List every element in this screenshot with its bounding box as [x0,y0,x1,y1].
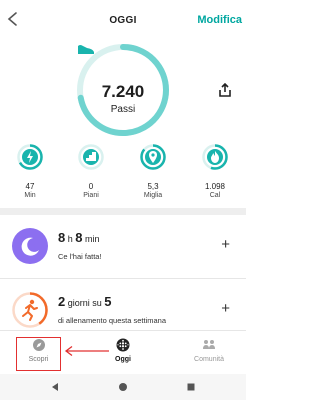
exercise-message: di allenamento questa settimana [58,316,166,325]
stat-miles[interactable]: 5,3 Miglia [123,144,183,199]
bolt-icon [17,144,43,170]
section-divider [0,208,246,215]
steps-value: 7.240 [101,82,145,101]
shoe-icon [78,45,94,54]
community-icon [203,340,215,349]
stat-floors[interactable]: 0 Piani [61,144,121,199]
system-recents-icon[interactable] [186,382,196,392]
sleep-duration: 8 h 8 min [58,230,100,245]
row-separator [0,278,246,279]
svg-text:z: z [32,243,35,249]
share-icon[interactable] [218,83,232,97]
sleep-moon-icon: z [12,228,48,264]
flame-icon [202,144,228,170]
system-home-icon[interactable] [118,382,128,392]
stat-value: 1.098 [204,182,226,191]
location-pin-icon [140,144,166,170]
exercise-tile[interactable]: 2 giorni su 5 di allenamento questa sett… [0,280,246,340]
fitbit-dots-icon [116,338,130,352]
running-icon [12,292,48,328]
sleep-tile[interactable]: z 8 h 8 min Ce l'hai fatta! + [0,216,246,276]
stat-value: 47 [25,182,35,191]
system-back-icon[interactable] [50,382,60,392]
tab-label: Comunità [194,356,224,363]
system-navigation-bar [0,374,246,400]
stat-label: Cal [209,192,221,199]
exercise-progress: 2 giorni su 5 [58,294,112,309]
stat-calories[interactable]: 1.098 Cal [185,144,245,199]
stat-label: Miglia [143,192,163,199]
steps-label: Passi [110,104,136,115]
tab-label: Oggi [115,356,131,363]
row-separator [0,330,246,331]
add-sleep-button[interactable]: + [221,236,230,253]
sleep-message: Ce l'hai fatta! [58,252,102,261]
stairs-icon [78,144,104,170]
tab-community[interactable]: Comunità [186,334,232,372]
stat-label: Min [24,192,36,199]
stat-value: 5,3 [147,182,159,191]
top-bar: OGGI Modifica [0,0,246,34]
steps-ring[interactable]: 7.240 Passi [75,42,171,138]
pointer-arrow-icon [64,345,109,357]
stat-label: Piani [83,192,99,199]
add-exercise-button[interactable]: + [221,300,230,317]
edit-button[interactable]: Modifica [197,14,242,26]
stat-minutes[interactable]: 47 Min [0,144,60,199]
daily-stats: 47 Min 0 Piani 5,3 Miglia 1.098 Cal [0,144,246,200]
stat-value: 0 [88,182,94,191]
highlight-box [16,337,61,371]
